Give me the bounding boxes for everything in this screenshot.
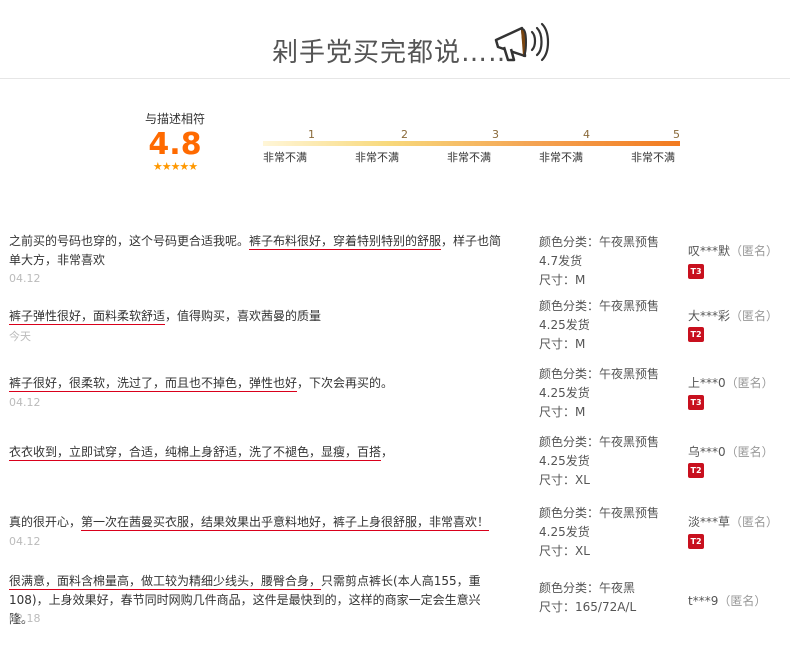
review-text: 裤子很好，很柔软，洗过了，而且也不掉色，弹性也好，下次会再买的。	[9, 376, 394, 392]
review-sku: 颜色分类：午夜黑 尺寸：165/72A/L	[539, 581, 637, 614]
member-level-badge: T3	[688, 395, 704, 410]
rating-label: 与描述相符	[144, 112, 205, 126]
reviewer-name[interactable]: 上***0（匿名）	[688, 374, 774, 391]
review-sku: 颜色分类：午夜黑预售 4.25发货 尺寸：M	[539, 299, 660, 351]
review-sku: 颜色分类：午夜黑预售 4.25发货 尺寸：XL	[539, 506, 660, 558]
review-date: 04.12	[9, 396, 41, 409]
scale-number: 4	[583, 128, 590, 141]
member-level-badge: T2	[688, 534, 704, 549]
scale-number: 1	[308, 128, 315, 141]
scale-label: 非常不满	[447, 151, 491, 164]
review-sku: 颜色分类：午夜黑预售 4.7发货 尺寸：M	[539, 235, 660, 287]
scale-number: 3	[492, 128, 499, 141]
review-text: 真的很开心，第一次在茜曼买衣服，结果效果出乎意料地好，裤子上身很舒服，非常喜欢！	[9, 515, 490, 531]
member-level-badge: T2	[688, 463, 704, 478]
scale-label: 非常不满	[631, 151, 675, 164]
review-text: 裤子弹性很好，面料柔软舒适，值得购买，喜欢茜曼的质量	[9, 309, 322, 325]
review-text: 衣衣收到，立即试穿，合适，纯棉上身舒适，洗了不褪色，显瘦，百搭，	[9, 445, 394, 461]
page-title: 剁手党买完都说……	[272, 38, 516, 68]
reviewer-name[interactable]: 乌***0（匿名）	[688, 443, 774, 460]
rating-score: 4.8	[148, 127, 202, 162]
reviewer-name[interactable]: 淡***草（匿名）	[688, 513, 778, 530]
review-date: 02.18	[9, 612, 41, 625]
review-date: 04.12	[9, 272, 41, 285]
scale-label: 非常不满	[355, 151, 399, 164]
reviewer-name[interactable]: 大***彩（匿名）	[688, 307, 778, 324]
review-text: 之前买的号码也穿的，这个号码更合适我呢。裤子布料很好，穿着特别特别的舒服，样子也…	[9, 234, 502, 267]
review-sku: 颜色分类：午夜黑预售 4.25发货 尺寸：M	[539, 367, 660, 419]
scale-number: 2	[401, 128, 408, 141]
scale-label: 非常不满	[539, 151, 583, 164]
rating-scale: 1 2 3 4 5 非常不满 非常不满 非常不满 非常不满 非常不满	[263, 128, 680, 164]
header-divider	[0, 78, 790, 79]
review-text: 很满意，面料含棉量高，做工较为精细少线头，腰臀合身，只需剪点裤长(本人高155，…	[9, 574, 481, 626]
member-level-badge: T2	[688, 327, 704, 342]
scale-number: 5	[673, 128, 680, 141]
rating-summary: 与描述相符 4.8 ★★★★★	[132, 110, 218, 173]
reviewer-name[interactable]: 叹***默（匿名）	[688, 242, 778, 259]
review-date: 04.12	[9, 535, 41, 548]
megaphone-icon	[494, 22, 550, 62]
review-sku: 颜色分类：午夜黑预售 4.25发货 尺寸：XL	[539, 435, 660, 487]
member-level-badge: T3	[688, 264, 704, 279]
page-header: 剁手党买完都说……	[0, 18, 790, 78]
scale-label: 非常不满	[263, 151, 307, 164]
reviewer-name[interactable]: t***9（匿名）	[688, 592, 766, 609]
review-date: 今天	[9, 330, 31, 343]
rating-stars: ★★★★★	[152, 160, 198, 173]
scale-gradient-bar	[263, 141, 680, 146]
